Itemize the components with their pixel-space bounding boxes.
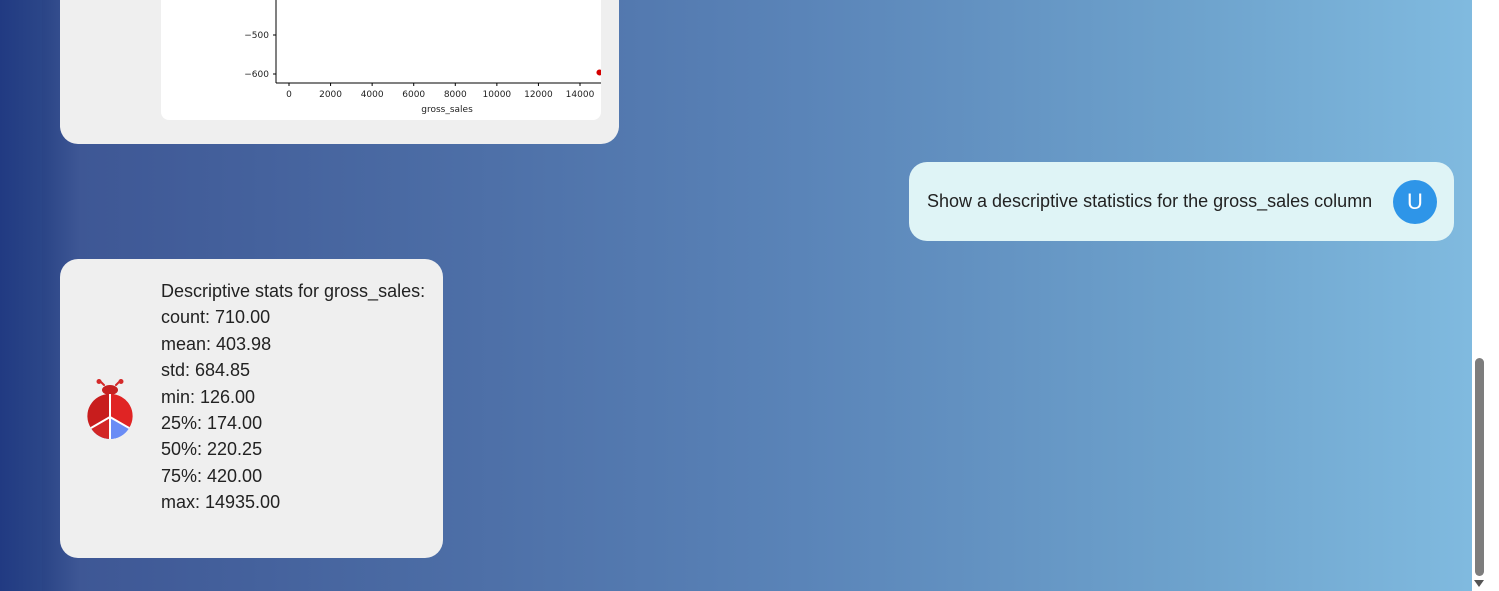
x-tick-label: 12000 (524, 90, 553, 100)
chart-message-card: 0 2000 4000 6000 8000 10000 12000 14000 −500 −600… (60, 0, 619, 144)
x-tick-label: 2000 (319, 90, 342, 100)
stat-25: 25%: 174.00 (161, 412, 263, 433)
x-axis-label: gross_sales (421, 105, 473, 115)
user-message-bubble: Show a descriptive statistics for the gr… (909, 162, 1454, 241)
stat-50: 50%: 220.25 (161, 439, 263, 460)
scroll-down-arrow-icon[interactable] (1474, 580, 1484, 587)
x-tick-label: 10000 (483, 90, 512, 100)
stat-max: max: 14935.00 (161, 492, 281, 513)
stats-heading: Descriptive stats for gross_sales: (161, 281, 426, 301)
x-tick-label: 8000 (444, 90, 467, 100)
scatter-point (596, 69, 601, 76)
y-tick-label: −500 (244, 31, 269, 41)
x-tick-label: 0 (286, 90, 292, 100)
x-tick-label: 4000 (361, 90, 384, 100)
x-tick-label: 14000 (566, 90, 595, 100)
stat-75: 75%: 420.00 (161, 465, 263, 486)
scrollbar-thumb[interactable] (1475, 358, 1484, 576)
left-edge (0, 0, 42, 591)
stat-min: min: 126.00 (161, 386, 256, 407)
scatter-chart: 0 2000 4000 6000 8000 10000 12000 14000 −500 −600… (244, 0, 601, 115)
stat-mean: mean: 403.98 (161, 333, 272, 354)
stat-count: count: 710.00 (161, 307, 271, 328)
assistant-message-card: Descriptive stats for gross_sales: count… (60, 259, 443, 558)
stat-std: std: 684.85 (161, 360, 251, 381)
user-message-text: Show a descriptive statistics for the gr… (927, 191, 1373, 211)
descriptive-stats-text: Descriptive stats for gross_sales: count… (161, 278, 425, 516)
user-avatar: U (1393, 180, 1437, 224)
ladybug-bot-icon (87, 379, 133, 439)
x-tick-label: 6000 (402, 90, 425, 100)
y-tick-label: −600 (244, 70, 269, 80)
